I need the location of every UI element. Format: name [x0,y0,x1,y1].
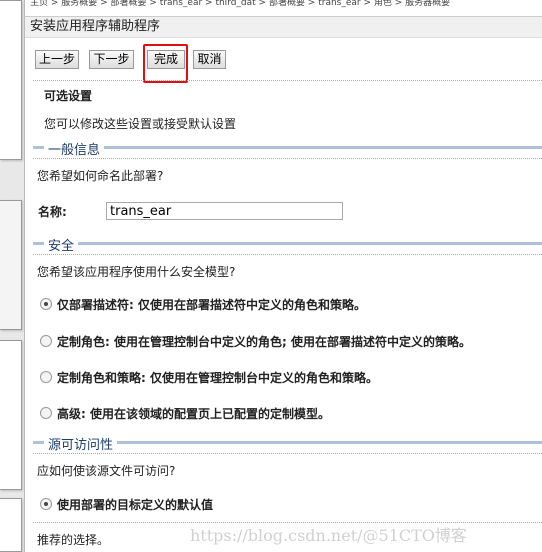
next-button[interactable]: 下一步 [89,50,134,69]
section-line [33,146,542,149]
highlight-box [143,44,188,83]
radio-custom-roles-policies[interactable] [40,371,52,383]
optional-desc: 您可以修改这些设置或接受默认设置 [44,117,237,131]
radio-dd-only[interactable] [40,298,52,310]
breadcrumb[interactable]: 主页 > 服务概要 > 部署概要 > trans_ear > third_dat… [30,0,450,8]
divider [33,453,542,454]
security-question: 您希望该应用程序使用什么安全模型? [37,265,236,279]
radio-default-source[interactable] [40,498,52,510]
option-label: 使用部署的目标定义的默认值 [57,498,214,512]
radio-advanced[interactable] [40,407,52,419]
sidebar-panel [0,340,22,490]
name-label: 名称: [38,205,67,219]
option-label: 高级: 使用在该领域的配置页上已配置的定制模型。 [57,407,330,421]
section-line [33,242,542,245]
security-legend: 安全 [44,235,79,254]
radio-custom-roles[interactable] [40,335,52,347]
left-sidebar [0,0,24,552]
source-legend: 源可访问性 [44,434,118,453]
divider [33,80,542,81]
sidebar-panel [0,200,22,330]
divider [33,254,542,255]
general-legend: 一般信息 [44,139,105,158]
general-question: 您希望如何命名此部署? [37,169,164,183]
option-label: 仅部署描述符: 仅使用在部署描述符中定义的角色和策略。 [57,298,366,312]
optional-heading: 可选设置 [44,89,93,103]
wizard-title: 安装应用程序辅助程序 [25,16,542,38]
prev-button[interactable]: 上一步 [35,50,79,69]
divider [33,158,542,159]
option-label: 定制角色: 使用在管理控制台中定义的角色; 使用在部署描述符中定义的策略。 [57,335,471,349]
option-label: 定制角色和策略: 仅使用在管理控制台中定义的角色和策略。 [57,371,378,385]
sidebar-panel [0,498,22,552]
name-input[interactable] [106,202,343,220]
source-hint: 推荐的选择。 [37,533,110,547]
sidebar-panel [0,0,22,160]
watermark: https://blog.csdn.net/@51CTO博客 [190,526,467,545]
cancel-button[interactable]: 取消 [193,50,226,69]
source-question: 应如何使该源文件可访问? [37,464,176,478]
